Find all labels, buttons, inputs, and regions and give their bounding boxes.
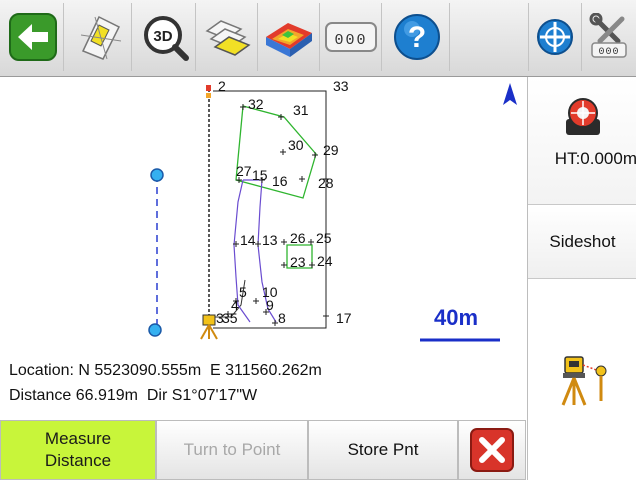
scale-label: 40m [434,305,478,330]
map-marker [206,85,211,91]
3d-view-button[interactable]: 3D [134,3,196,71]
point-label: 33 [333,78,349,94]
point-label: 23 [290,254,306,270]
point-label: 15 [252,167,268,183]
plan-sheet-icon [80,15,121,60]
right-panel: HT:0.000m Sideshot [527,77,636,480]
point-label: 26 [290,230,306,246]
location-readout: Location: N 5523090.555m E 311560.262m [9,362,322,379]
point-label: 28 [318,175,334,191]
ht-label: HT:0.000m [554,149,636,168]
back-button[interactable] [2,3,64,71]
point-label: 2 [218,78,226,94]
point-label: 16 [272,173,288,189]
back-arrow-icon [8,13,57,61]
point-label: 24 [317,253,333,269]
store-point-button[interactable]: Store Pnt [308,420,458,480]
codes-button[interactable]: 000 [320,3,382,71]
map-node[interactable] [148,323,162,337]
help-glyph: ? [407,21,425,54]
layers-button[interactable] [196,3,258,71]
plan-view-button[interactable] [70,3,132,71]
measure-distance-button[interactable]: Measure Distance [0,420,156,480]
total-station-icon [561,355,606,406]
crosshair-globe-icon [537,19,573,55]
sideshot-button[interactable]: Sideshot [528,205,636,279]
point-label: 35 [222,310,238,326]
settings-keypad-label: 000 [598,47,619,58]
point-label: 31 [293,102,309,118]
turn-to-point-button[interactable]: Turn to Point [156,420,308,480]
codes-label: 000 [334,32,367,49]
map-center-button[interactable] [528,3,582,71]
info-panel: Location: N 5523090.555m E 311560.262m D… [0,352,526,418]
layers-icon [204,20,251,56]
keypad-icon: 000 [324,22,377,52]
help-button[interactable]: ? [384,3,450,71]
point-label: 14 [240,232,256,248]
point-label: 29 [323,142,339,158]
target-height-button[interactable]: HT:0.000m [528,77,636,205]
help-icon: ? [393,14,440,60]
prism-target-icon [566,98,600,135]
point-label: 8 [278,310,286,326]
map-view[interactable]: 2 33 32 31 30 29 27 15 16 28 14 13 26 25… [0,77,526,350]
3d-view-icon: 3D [143,16,189,61]
point-label: 27 [236,163,252,179]
settings-button[interactable]: 000 [582,3,636,71]
north-arrow-icon [503,83,517,105]
point-label: 32 [248,96,264,112]
point-label: 5 [239,284,247,300]
measure-label-line2: Distance [44,451,112,470]
point-label: 30 [288,137,304,153]
3d-label: 3D [153,28,172,45]
map-marker [206,93,211,98]
map-node[interactable] [150,168,164,182]
point-label: 17 [336,310,352,326]
measure-label-line1: Measure [44,429,112,448]
point-label: 25 [316,230,332,246]
point-label: 9 [266,297,274,313]
close-button[interactable] [458,420,526,480]
instrument-setup-button[interactable] [528,279,636,480]
surface-map-icon [265,23,312,57]
close-icon [470,428,514,472]
surface-button[interactable] [258,3,320,71]
tools-icon: 000 [589,13,627,58]
point-label: 13 [262,232,278,248]
instrument-position-icon[interactable] [200,314,218,340]
toolbar: 3D 000 ? 000 [0,0,636,77]
distance-readout: Distance 66.919m Dir S1°07'17"W [9,387,258,404]
